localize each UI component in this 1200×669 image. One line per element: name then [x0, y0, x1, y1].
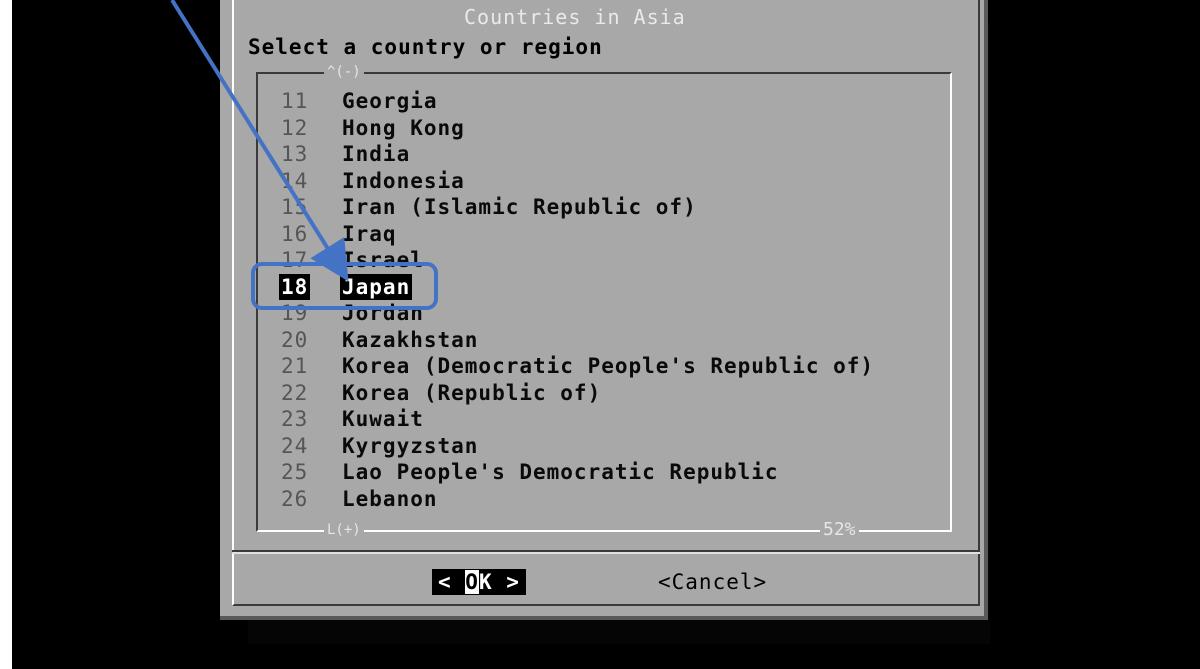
list-item[interactable]: 21 Korea (Democratic People's Republic of…	[276, 353, 946, 380]
list-item-number: 21	[281, 354, 309, 378]
ok-right-bracket: >	[492, 570, 520, 594]
list-item-name: Korea (Republic of)	[342, 380, 602, 405]
list-item[interactable]: 15 Iran (Islamic Republic of)	[276, 194, 946, 221]
list-item-name: India	[342, 142, 411, 166]
country-list-box[interactable]: ^(-) 11 Georgia 12 Hong Kong 13 India 14 Indone…	[256, 64, 952, 539]
list-item-name: Georgia	[342, 89, 438, 113]
scroll-percent: 52%	[820, 521, 859, 539]
list-item-name: Jordan	[342, 301, 424, 325]
list-item-name: Kyrgyzstan	[342, 433, 479, 458]
list-item-name: Iran (Islamic Republic of)	[342, 195, 697, 219]
list-item-name: Kuwait	[342, 407, 424, 431]
list-item[interactable]: 14 Indonesia	[276, 168, 946, 195]
list-item-number: 25	[281, 460, 309, 484]
button-separator	[232, 550, 980, 554]
list-item-number: 16	[281, 221, 309, 246]
list-item-number: 24	[281, 433, 309, 458]
list-item[interactable]: 26 Lebanon	[276, 486, 946, 513]
list-item[interactable]: 24 Kyrgyzstan	[276, 433, 946, 460]
list-item-number: 20	[281, 327, 309, 352]
list-item[interactable]: 12 Hong Kong	[276, 115, 946, 142]
terminal-screen: Countries in Asia Select a country or re…	[12, 0, 1200, 669]
scroll-down-indicator[interactable]: L(+)	[324, 522, 364, 538]
list-item-number: 12	[281, 115, 309, 140]
list-item[interactable]: 19 Jordan	[276, 300, 946, 327]
list-item[interactable]: 17 Israel	[276, 247, 946, 274]
list-item-name: Kazakhstan	[342, 327, 479, 352]
list-item-number: 11	[281, 89, 309, 113]
country-list: 11 Georgia 12 Hong Kong 13 India 14 Indonesia 15…	[276, 88, 946, 512]
dialog-title: Countries in Asia	[460, 4, 690, 30]
list-item[interactable]: 23 Kuwait	[276, 406, 946, 433]
ok-label-rest: K	[478, 570, 493, 594]
ok-button[interactable]: < OK >	[432, 569, 526, 595]
list-item[interactable]: 25 Lao People's Democratic Republic	[276, 459, 946, 486]
list-item-number: 18	[279, 273, 311, 300]
list-item[interactable]: 18 Japan	[276, 273, 946, 300]
dialog-prompt: Select a country or region	[248, 35, 603, 59]
ok-left-bracket: <	[438, 570, 466, 594]
list-item-number: 17	[281, 248, 309, 272]
list-item-number: 22	[281, 380, 309, 405]
list-item-number: 19	[281, 301, 309, 325]
list-item-name: Hong Kong	[342, 115, 465, 140]
list-item-name: Indonesia	[342, 168, 465, 193]
scroll-up-indicator[interactable]: ^(-)	[324, 64, 364, 80]
ok-cursor: O	[465, 570, 479, 594]
list-item-number: 26	[281, 486, 309, 511]
list-item-number: 14	[281, 168, 309, 193]
list-item-name: Lao People's Democratic Republic	[342, 460, 779, 484]
list-item[interactable]: 22 Korea (Republic of)	[276, 380, 946, 407]
cancel-button[interactable]: <Cancel>	[658, 569, 767, 595]
list-item-number: 13	[281, 142, 309, 166]
list-item-name: Israel	[342, 248, 424, 272]
list-item-name: Korea (Democratic People's Republic of)	[342, 354, 875, 378]
list-item-name: Japan	[340, 273, 413, 300]
list-item[interactable]: 20 Kazakhstan	[276, 327, 946, 354]
list-item-name: Lebanon	[342, 486, 438, 511]
country-dialog: Countries in Asia Select a country or re…	[220, 0, 988, 620]
list-item-name: Iraq	[342, 221, 397, 246]
list-item-number: 15	[281, 195, 309, 219]
list-item[interactable]: 11 Georgia	[276, 88, 946, 115]
list-item[interactable]: 16 Iraq	[276, 221, 946, 248]
list-item-number: 23	[281, 407, 309, 431]
list-item[interactable]: 13 India	[276, 141, 946, 168]
